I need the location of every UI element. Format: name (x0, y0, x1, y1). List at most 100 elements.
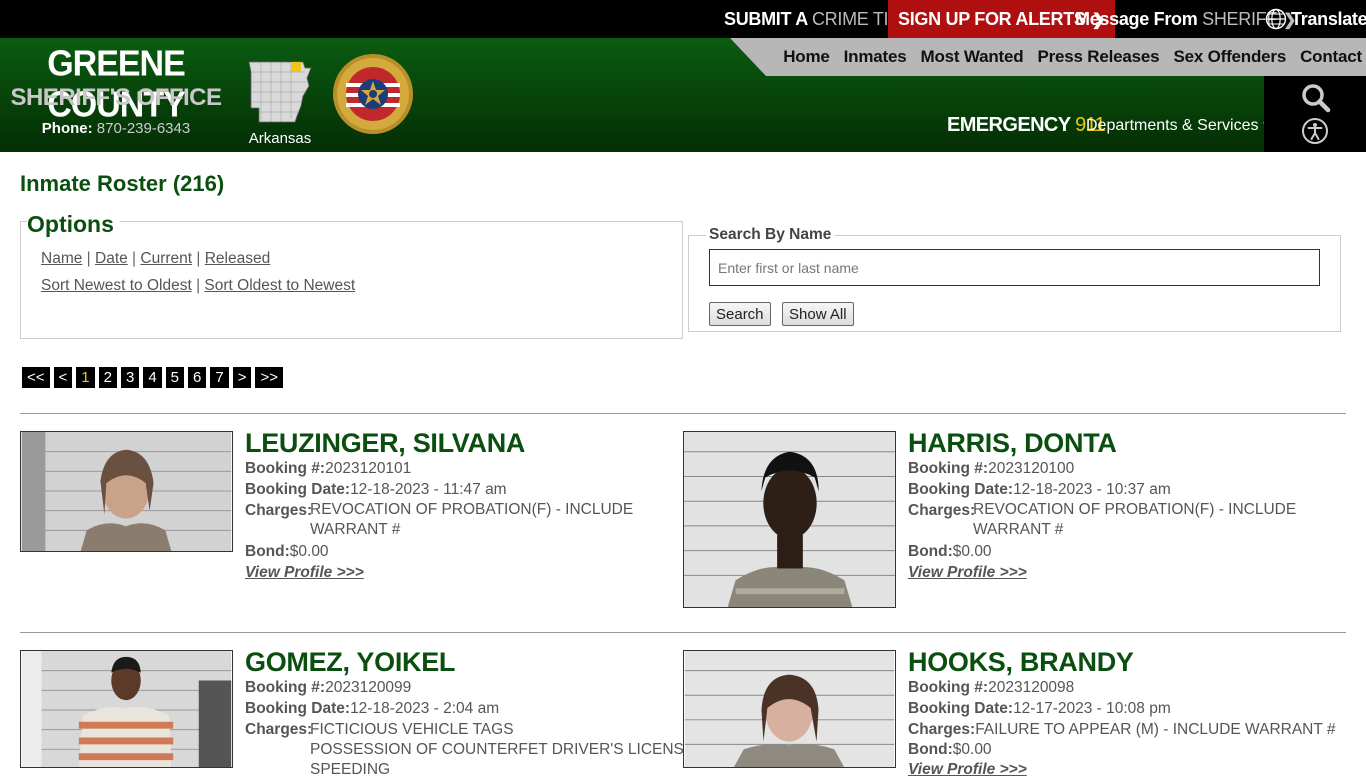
pager-next[interactable]: > (232, 367, 252, 388)
sort-by-date-link[interactable]: Date (95, 250, 128, 267)
charge-item: REVOCATION OF PROBATION(F) - INCLUDE WAR… (310, 501, 634, 538)
page-title: Inmate Roster (216) (20, 171, 225, 196)
charge-item: POSSESSION OF COUNTERFET DRIVER'S LICENS… (310, 741, 695, 758)
filter-current-link[interactable]: Current (140, 250, 192, 267)
sort-oldest-link[interactable]: Sort Oldest to Newest (204, 277, 355, 294)
translate-button[interactable]: Translate (1265, 0, 1366, 38)
inmate-name[interactable]: GOMEZ, YOIKEL (245, 647, 455, 678)
pager-page-7[interactable]: 7 (210, 367, 229, 388)
charge-item: REVOCATION OF PROBATION(F) - INCLUDE WAR… (973, 501, 1297, 538)
view-profile-link[interactable]: View Profile >>> (908, 564, 1027, 582)
search-legend: Search By Name (706, 226, 835, 244)
message-from-sheriff-link[interactable]: Message From SHERIFF ❯ (1075, 0, 1296, 38)
show-all-button[interactable]: Show All (782, 302, 854, 326)
pager-page-2[interactable]: 2 (98, 367, 117, 388)
booking-date-label: Booking Date: (245, 481, 351, 498)
main-nav: Home Inmates Most Wanted Press Releases … (769, 38, 1362, 76)
booking-date: Booking Date:12-17-2023 - 10:08 pm (908, 700, 1171, 718)
sheriff-badge-logo (333, 54, 413, 134)
sort-newest-link[interactable]: Sort Newest to Oldest (41, 277, 192, 294)
charges-label-line: Charges:FAILURE TO APPEAR (M) - INCLUDE … (908, 721, 1336, 739)
booking-date: Booking Date:12-18-2023 - 10:37 am (908, 481, 1171, 499)
inmate-photo[interactable] (20, 650, 233, 768)
site-header: GREENE COUNTY SHERIFF'S OFFICE Phone: 87… (0, 38, 1366, 152)
nav-contact[interactable]: Contact (1300, 47, 1362, 67)
departments-dropdown[interactable]: Departments & Services (1086, 117, 1275, 135)
filter-released-link[interactable]: Released (205, 250, 271, 267)
bond-label: Bond: (908, 741, 953, 758)
booking-number-value: 2023120098 (988, 679, 1075, 696)
bond-label: Bond: (245, 543, 290, 560)
nav-press-releases[interactable]: Press Releases (1037, 47, 1159, 67)
charges-label-line: Charges: (245, 502, 312, 520)
search-button[interactable]: Search (709, 302, 771, 326)
translate-text: Translate (1291, 9, 1366, 29)
top-utility-bar: SUBMIT A CRIME TIP❯ SIGN UP FOR ALERTS❯ … (0, 0, 1366, 38)
pager-page-3[interactable]: 3 (120, 367, 140, 388)
charges-label: Charges: (245, 721, 313, 738)
emergency-number[interactable]: EMERGENCY 911 (947, 114, 1106, 137)
charges-label-line: Charges: (245, 721, 312, 739)
booking-number-value: 2023120099 (325, 679, 412, 696)
site-subtitle: SHERIFF'S OFFICE (10, 84, 222, 111)
booking-date: Booking Date:12-18-2023 - 11:47 am (245, 481, 507, 499)
booking-number-value: 2023120101 (325, 460, 412, 477)
sort-order-links: Sort Newest to Oldest | Sort Oldest to N… (41, 277, 356, 294)
booking-number: Booking #:2023120098 (908, 679, 1074, 697)
bond-value: $0.00 (952, 543, 992, 560)
main-nav-bar: Home Inmates Most Wanted Press Releases … (730, 38, 1366, 76)
pager-page-6[interactable]: 6 (188, 367, 207, 388)
header-tools (1264, 76, 1366, 152)
nav-inmates[interactable]: Inmates (844, 47, 907, 67)
booking-number-label: Booking #: (908, 679, 989, 696)
inmate-name[interactable]: HARRIS, DONTA (908, 428, 1117, 459)
pager-last[interactable]: >> (255, 367, 283, 388)
bond: Bond:$0.00 (908, 543, 992, 561)
charge-item: FAILURE TO APPEAR (M) - INCLUDE WARRANT … (975, 721, 1336, 738)
alerts-text: SIGN UP FOR ALERTS (898, 9, 1086, 29)
inmate-photo[interactable] (683, 431, 896, 608)
pager-page-1[interactable]: 1 (76, 367, 95, 388)
nav-sex-offenders[interactable]: Sex Offenders (1173, 47, 1286, 67)
phone-line: Phone: 870-239-6343 (10, 120, 222, 137)
charge-item: SPEEDING (310, 761, 391, 778)
bond-value: $0.00 (952, 741, 992, 758)
charges-label-line: Charges: (908, 502, 975, 520)
nav-home[interactable]: Home (783, 47, 830, 67)
booking-number-label: Booking #: (908, 460, 989, 477)
booking-number: Booking #:2023120101 (245, 460, 411, 478)
state-label: Arkansas (248, 130, 312, 147)
booking-number: Booking #:2023120099 (245, 679, 411, 697)
sort-field-links: Name | Date | Current | Released (41, 250, 271, 267)
pager-first[interactable]: << (22, 367, 50, 388)
pager-page-4[interactable]: 4 (143, 367, 162, 388)
phone-label: Phone: (41, 120, 93, 137)
inmate-photo[interactable] (20, 431, 233, 552)
bond-label: Bond: (908, 543, 953, 560)
accessibility-icon[interactable] (1302, 118, 1328, 144)
booking-date-value: 12-17-2023 - 10:08 pm (1013, 700, 1171, 717)
inmate-photo[interactable] (683, 650, 896, 768)
crime-tip-muted-text: CRIME TIP (811, 9, 900, 29)
bond: Bond:$0.00 (908, 741, 992, 759)
pagination: << < 1 2 3 4 5 6 7 > >> (22, 367, 287, 388)
booking-date-label: Booking Date: (908, 481, 1014, 498)
pager-prev[interactable]: < (53, 367, 73, 388)
search-icon[interactable] (1301, 83, 1331, 113)
view-profile-link[interactable]: View Profile >>> (245, 564, 364, 582)
divider (20, 413, 1346, 414)
booking-date-value: 12-18-2023 - 11:47 am (350, 481, 507, 498)
phone-number[interactable]: 870-239-6343 (97, 120, 190, 137)
booking-date: Booking Date:12-18-2023 - 2:04 am (245, 700, 499, 718)
booking-number-value: 2023120100 (988, 460, 1075, 477)
crime-tip-bold-text: SUBMIT A (724, 9, 808, 29)
pager-page-5[interactable]: 5 (165, 367, 185, 388)
sort-by-name-link[interactable]: Name (41, 250, 82, 267)
inmate-name[interactable]: LEUZINGER, SILVANA (245, 428, 525, 459)
inmate-name[interactable]: HOOKS, BRANDY (908, 647, 1134, 678)
name-search-input[interactable] (709, 249, 1320, 286)
nav-most-wanted[interactable]: Most Wanted (921, 47, 1024, 67)
arkansas-map-icon (248, 61, 312, 123)
booking-date-value: 12-18-2023 - 10:37 am (1013, 481, 1171, 498)
view-profile-link[interactable]: View Profile >>> (908, 761, 1027, 779)
